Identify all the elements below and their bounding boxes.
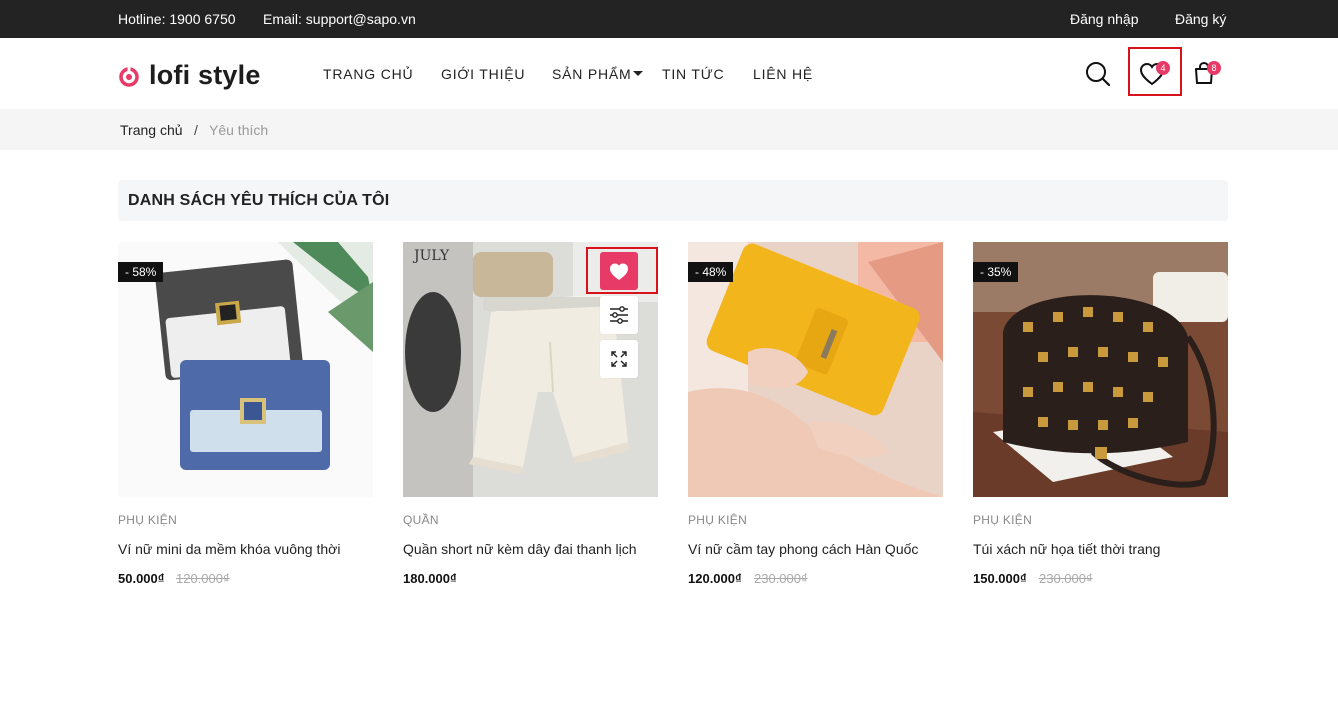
compare-button[interactable] [600, 296, 638, 334]
product-name[interactable]: Ví nữ mini da mềm khóa vuông thời [118, 541, 340, 557]
product-card: - 48% PHỤ KIỆN Ví nữ cầm tay phong cách … [688, 242, 943, 586]
email-text: Email: support@sapo.vn [263, 11, 416, 27]
product-price: 120.000₫ [688, 571, 742, 586]
cart-count-badge: 8 [1207, 61, 1221, 75]
nav-item-products[interactable]: SẢN PHẨM [552, 66, 632, 82]
breadcrumb-home[interactable]: Trang chủ [120, 122, 183, 138]
chevron-down-icon[interactable] [633, 71, 643, 76]
product-category: PHỤ KIỆN [688, 513, 748, 527]
expand-icon [611, 351, 627, 367]
product-category: QUẦN [403, 513, 439, 527]
product-name[interactable]: Túi xách nữ họa tiết thời trang [973, 541, 1160, 557]
product-price: 150.000₫ [973, 571, 1027, 586]
product-card: - 58% PHỤ KIỆN Ví nữ mini da mềm khóa vu… [118, 242, 373, 586]
hotline-text: Hotline: 1900 6750 [118, 11, 236, 27]
sliders-icon [610, 306, 628, 324]
discount-badge: - 58% [118, 262, 164, 282]
top-bar: Hotline: 1900 6750 Email: support@sapo.v… [0, 0, 1338, 38]
quick-view-button[interactable] [600, 340, 638, 378]
nav-item-about[interactable]: GIỚI THIỆU [441, 66, 525, 82]
product-old-price: 230.000₫ [754, 571, 808, 586]
product-price: 180.000₫ [403, 571, 457, 586]
cart-button[interactable]: 8 [1193, 61, 1221, 87]
product-old-price: 230.000₫ [1039, 571, 1093, 586]
heart-icon [610, 263, 628, 280]
product-card: - 35% PHỤ KIỆN Túi xách nữ họa tiết thời… [973, 242, 1228, 586]
product-category: PHỤ KIỆN [973, 513, 1033, 527]
page-title: DANH SÁCH YÊU THÍCH CỦA TÔI [128, 192, 390, 209]
product-image[interactable]: JULY [403, 242, 658, 497]
search-button[interactable] [1085, 61, 1111, 87]
breadcrumb-current: Yêu thích [209, 122, 269, 138]
breadcrumb: Trang chủ / Yêu thích [0, 109, 1338, 150]
wishlist-button[interactable]: 4 [1128, 47, 1182, 96]
product-old-price: 120.000₫ [176, 571, 230, 586]
product-card: JULY QUẦN Quần short nữ kèm dây đai than… [403, 242, 658, 586]
product-price: 50.000₫ [118, 571, 165, 586]
login-link[interactable]: Đăng nhập [1070, 11, 1139, 27]
nav-item-contact[interactable]: LIÊN HỆ [753, 66, 813, 82]
wishlist-header: DANH SÁCH YÊU THÍCH CỦA TÔI [118, 180, 1228, 221]
discount-badge: - 48% [688, 262, 734, 282]
discount-badge: - 35% [973, 262, 1019, 282]
product-image[interactable]: - 58% [118, 242, 373, 497]
search-icon [1086, 62, 1111, 87]
wishlist-count-badge: 4 [1156, 61, 1170, 75]
product-image[interactable]: - 48% [688, 242, 943, 497]
nav-item-home[interactable]: TRANG CHỦ [323, 66, 413, 82]
product-name[interactable]: Ví nữ cầm tay phong cách Hàn Quốc [688, 541, 918, 557]
add-to-wishlist-button[interactable] [600, 252, 638, 290]
product-image[interactable]: - 35% [973, 242, 1228, 497]
breadcrumb-separator: / [194, 122, 198, 138]
register-link[interactable]: Đăng ký [1175, 11, 1226, 27]
nav-item-news[interactable]: TIN TỨC [662, 66, 724, 82]
product-actions [600, 252, 638, 384]
product-category: PHỤ KIỆN [118, 513, 178, 527]
image-text: JULY [414, 248, 450, 264]
product-name[interactable]: Quần short nữ kèm dây đai thanh lịch [403, 541, 637, 557]
